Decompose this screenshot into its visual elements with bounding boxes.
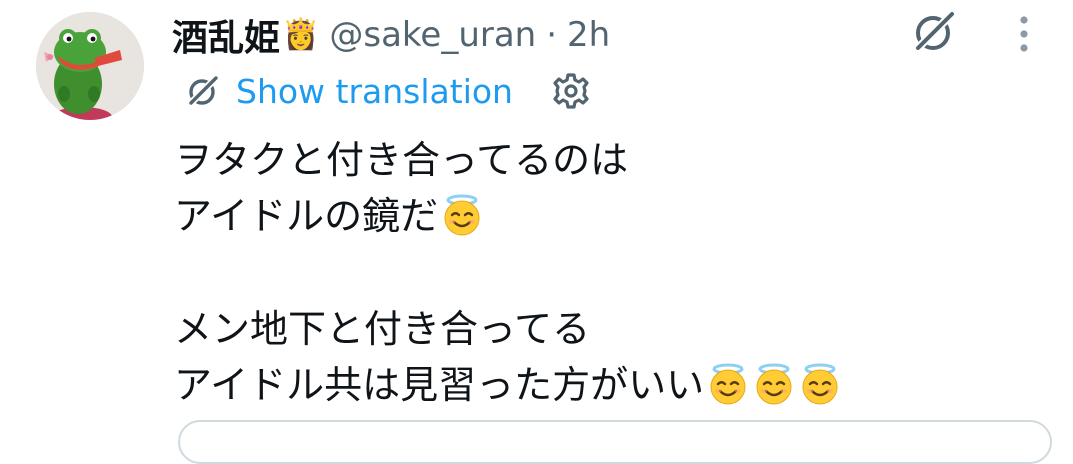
grok-button[interactable] [908,6,960,58]
smiling-face-with-halo-icon [798,362,842,406]
smiling-face-with-halo-icon [706,362,750,406]
tweet-text-line: アイドル共は見習った方がいい [174,357,1054,413]
quoted-card-edge[interactable] [178,420,1052,464]
tweet-text: ヲタクと付き合ってるのは アイドルの鏡だ メン地下と付き合ってる アイドル共は見… [174,132,1054,413]
tweet-header: 酒乱姫 👸 @sake_uran · 2h [172,8,610,62]
display-name[interactable]: 酒乱姫 [172,9,280,61]
more-button[interactable] [1006,12,1042,56]
gear-icon[interactable] [551,71,591,111]
grok-icon [913,10,956,53]
princess-emoji: 👸 [282,17,320,52]
tweet-text-line: アイドルの鏡だ [174,188,1054,244]
show-translation-link[interactable]: Show translation [236,72,513,111]
frog-plush-avatar-icon [36,12,144,120]
grok-icon [186,74,220,108]
tweet-text-line: ヲタクと付き合ってるのは [174,138,629,182]
separator-dot: · [546,15,558,55]
handle[interactable]: @sake_uran [329,15,536,55]
more-vertical-icon [1020,16,1028,52]
tweet[interactable]: 酒乱姫 👸 @sake_uran · 2h Show translation ヲ… [0,0,1073,464]
smiling-face-with-halo-icon [440,193,484,237]
translation-row: Show translation [184,66,591,116]
tweet-text-line: メン地下と付き合ってる [174,307,591,351]
timestamp[interactable]: 2h [567,15,610,55]
avatar[interactable] [36,12,144,120]
smiling-face-with-halo-icon [752,362,796,406]
